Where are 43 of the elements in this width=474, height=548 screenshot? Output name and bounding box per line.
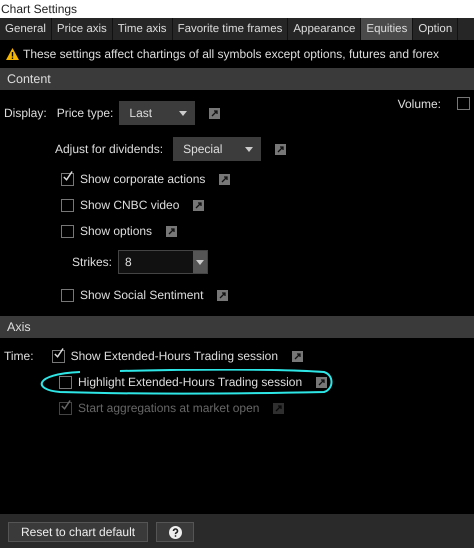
option-label: Show options [80, 224, 152, 238]
price-type-label: Price type: [56, 106, 114, 120]
popout-icon[interactable] [275, 144, 286, 154]
help-button[interactable] [156, 522, 194, 542]
checkbox[interactable] [61, 198, 74, 212]
caret-icon [179, 110, 188, 116]
option-label: Show corporate actions [80, 172, 206, 186]
checkbox[interactable] [61, 172, 74, 186]
volume-label: Volume: [398, 97, 441, 111]
checkbox[interactable] [52, 350, 65, 362]
strikes-field[interactable]: 8 [118, 250, 208, 274]
display-label: Display: [4, 106, 47, 120]
strikes-label: Strikes: [72, 255, 112, 269]
popout-icon[interactable] [217, 290, 228, 300]
price-type-dropdown[interactable]: Last [119, 101, 196, 125]
time-label: Time: [4, 349, 34, 363]
checkbox[interactable] [61, 224, 74, 238]
option-label: Start aggregations at market open [78, 401, 260, 415]
section-title: Axis [7, 320, 31, 334]
option-label: Highlight Extended-Hours Trading session [78, 375, 302, 389]
popout-icon[interactable] [316, 376, 328, 388]
tab[interactable]: Equities [361, 18, 414, 40]
dividends-dropdown[interactable]: Special [173, 137, 262, 161]
help-icon [168, 526, 182, 538]
popout-icon[interactable] [209, 108, 220, 118]
popout-icon[interactable] [193, 200, 204, 210]
option-label: Show CNBC video [80, 198, 180, 212]
section-title: Content [7, 72, 51, 86]
warning-icon [6, 48, 19, 60]
popout-icon[interactable] [166, 226, 178, 236]
reset-button[interactable]: Reset to chart default [8, 522, 148, 542]
popout-icon[interactable] [292, 350, 304, 362]
popout-icon[interactable] [219, 174, 230, 184]
warning-message: These settings affect chartings of all symbols except options, futures and forex [23, 47, 439, 61]
dividends-label: Adjust for dividends: [55, 142, 164, 156]
caret-icon [196, 260, 204, 264]
option-label: Show Extended-Hours Trading session [70, 349, 278, 363]
checkbox[interactable] [457, 97, 470, 110]
checkbox[interactable] [61, 288, 74, 302]
checkbox[interactable] [59, 376, 72, 388]
option-label: Show Social Sentiment [80, 288, 204, 302]
window-title: Chart Settings [1, 2, 78, 16]
caret-icon [245, 146, 254, 152]
